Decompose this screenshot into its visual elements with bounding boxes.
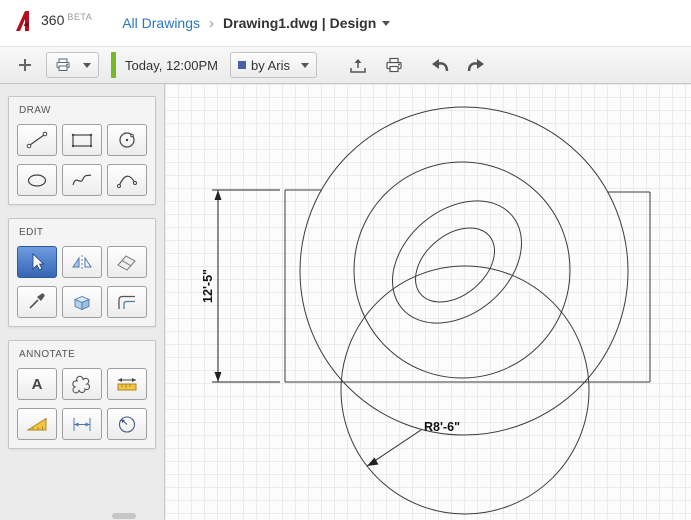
breadcrumb-separator: › [209,15,214,32]
main-toolbar: Today, 12:00PM by Aris [0,46,691,84]
eyedropper-tool-button[interactable] [17,286,57,318]
eyedropper-icon [24,292,50,312]
aligned-dimension-icon [69,414,95,434]
mirror-icon [69,252,95,272]
annotate-panel: ANNOTATE A [8,340,156,449]
timeline-label: Today, 12:00PM [125,58,218,73]
timeline-indicator [111,52,116,78]
plus-icon [17,57,33,73]
document-title: Drawing1.dwg | Design [223,15,376,31]
select-tool-button[interactable] [17,246,57,278]
workspace: DRAW [0,84,691,520]
breadcrumb-all-drawings-link[interactable]: All Drawings [122,15,200,31]
radius-dimension-leader[interactable] [367,430,421,466]
print-button[interactable] [379,51,409,79]
circle-icon [114,130,140,150]
revision-cloud-icon [69,374,95,394]
outer-flange-circle [300,107,628,435]
undo-button[interactable] [425,51,455,79]
app-header: 360 BETA All Drawings › Drawing1.dwg | D… [0,0,691,46]
offset-tool-button[interactable] [107,286,147,318]
select-arrow-icon [24,252,50,272]
document-title-dropdown[interactable]: Drawing1.dwg | Design [223,15,390,31]
plot-settings-dropdown[interactable] [46,52,99,78]
annotate-panel-title: ANNOTATE [19,349,147,360]
printer-icon [54,58,72,72]
bottom-circle [341,266,589,514]
upload-button[interactable] [343,51,373,79]
draw-panel-title: DRAW [19,105,147,116]
chevron-down-icon [382,21,390,26]
tool-sidebar: DRAW [0,84,165,520]
radius-dimension-icon [114,414,140,434]
author-dropdown[interactable]: by Aris [230,52,317,78]
edit-panel-title: EDIT [19,227,147,238]
aligned-dimension-tool-button[interactable] [62,408,102,440]
ellipse-icon [24,170,50,190]
linear-dimension-tool-button[interactable] [107,368,147,400]
vertical-dimension[interactable] [212,190,280,382]
inner-ellipse [401,213,509,317]
redo-icon [465,56,487,74]
author-label: by Aris [251,58,290,73]
arc-tool-button[interactable] [107,164,147,196]
line-icon [24,130,50,150]
upload-icon [348,57,368,74]
angular-dimension-tool-button[interactable] [17,408,57,440]
linear-dimension-icon [114,374,140,394]
cube-3d-icon [69,292,95,312]
chevron-down-icon [301,63,309,68]
drawing-canvas[interactable]: 12'-5" R8'-6" [165,84,691,520]
angular-dimension-icon [24,414,50,434]
move-3d-tool-button[interactable] [62,286,102,318]
mirror-tool-button[interactable] [62,246,102,278]
brand-text: 360 [41,12,64,28]
ellipse-tool-button[interactable] [17,164,57,196]
undo-icon [429,56,451,74]
author-color-swatch [238,61,246,69]
cad-drawing[interactable] [165,84,691,520]
autocad-logo-icon [14,10,38,37]
edit-panel: EDIT [8,218,156,327]
spline-icon [69,170,95,190]
rectangle-icon [69,130,95,150]
radius-dimension-tool-button[interactable] [107,408,147,440]
chevron-down-icon [83,63,91,68]
add-button[interactable] [10,51,40,79]
text-tool-button[interactable]: A [17,368,57,400]
text-icon: A [24,374,50,394]
draw-panel: DRAW [8,96,156,205]
radius-dimension-label[interactable]: R8'-6" [424,420,460,434]
circle-tool-button[interactable] [107,124,147,156]
print-icon [384,57,404,73]
line-tool-button[interactable] [17,124,57,156]
revision-cloud-tool-button[interactable] [62,368,102,400]
erase-tool-button[interactable] [107,246,147,278]
rectangle-tool-button[interactable] [62,124,102,156]
spline-tool-button[interactable] [62,164,102,196]
redo-button[interactable] [461,51,491,79]
outer-ellipse [368,176,545,348]
eraser-icon [114,252,140,272]
svg-text:A: A [32,376,43,393]
inner-ring-circle [354,162,570,378]
breadcrumb: All Drawings › Drawing1.dwg | Design [122,15,390,32]
horizontal-scrollbar-thumb[interactable] [112,513,136,519]
offset-icon [114,292,140,312]
beta-badge: BETA [67,12,92,22]
vertical-dimension-label[interactable]: 12'-5" [201,269,215,303]
arc-icon [114,170,140,190]
